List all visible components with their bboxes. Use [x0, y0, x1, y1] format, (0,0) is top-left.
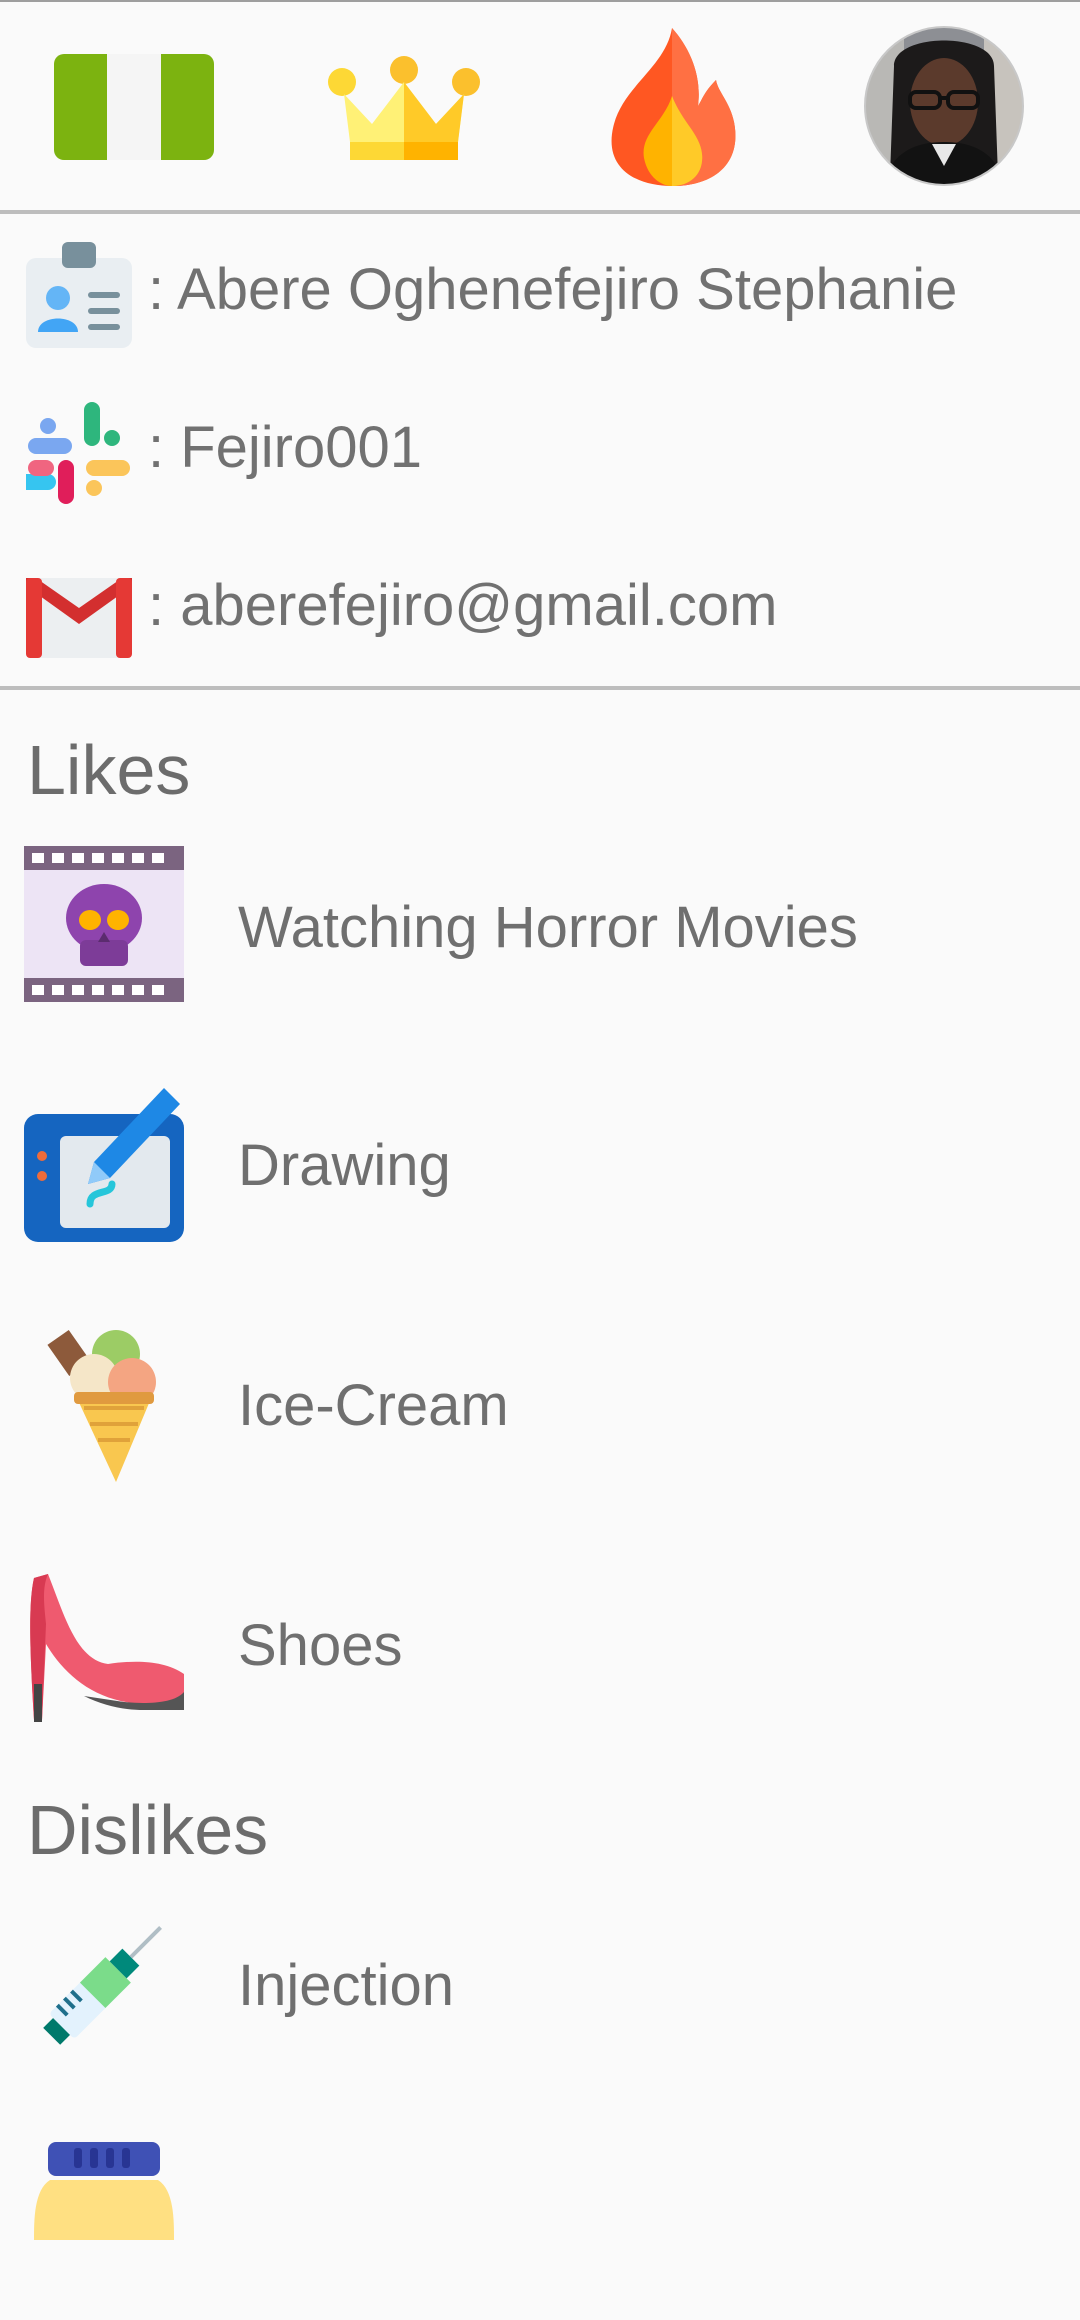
profile-divider [0, 686, 1080, 690]
header-divider [0, 210, 1080, 214]
header-bar [0, 2, 1080, 210]
list-item[interactable]: Shoes [0, 1564, 1080, 1744]
ice-cream-icon [24, 1324, 184, 1484]
profile-name-row: : Abere Oghenefejiro Stephanie [0, 232, 1080, 352]
dislikes-heading: Dislikes [27, 1791, 269, 1869]
nigeria-flag-icon[interactable] [54, 54, 214, 160]
syringe-icon [24, 1904, 184, 2064]
list-item[interactable]: Ice-Cream [0, 1324, 1080, 1504]
high-heel-shoe-icon [24, 1564, 184, 1724]
gmail-icon [26, 558, 132, 664]
contact-card-icon [26, 242, 132, 348]
crown-icon[interactable] [324, 54, 484, 162]
profile-email: : aberefejiro@gmail.com [148, 573, 778, 638]
list-item[interactable]: Drawing [0, 1084, 1080, 1264]
jar-icon [24, 2140, 184, 2300]
list-item[interactable]: Watching Horror Movies [0, 846, 1080, 1026]
slack-icon [12, 400, 132, 506]
profile-photo-avatar[interactable] [864, 26, 1024, 186]
like-label: Shoes [238, 1613, 403, 1678]
like-label: Drawing [238, 1133, 451, 1198]
fire-icon[interactable] [606, 26, 740, 186]
horror-movie-icon [24, 846, 184, 1006]
profile-slack-username: : Fejiro001 [148, 415, 423, 480]
list-item[interactable] [0, 2140, 1080, 2320]
profile-name: : Abere Oghenefejiro Stephanie [148, 257, 958, 322]
like-label: Watching Horror Movies [238, 895, 858, 960]
likes-heading: Likes [27, 731, 191, 809]
profile-slack-row: : Fejiro001 [0, 390, 1080, 510]
drawing-tablet-icon [24, 1084, 184, 1244]
dislike-label: Injection [238, 1953, 455, 2018]
profile-email-row: : aberefejiro@gmail.com [0, 548, 1080, 668]
like-label: Ice-Cream [238, 1373, 509, 1438]
list-item[interactable]: Injection [0, 1904, 1080, 2084]
